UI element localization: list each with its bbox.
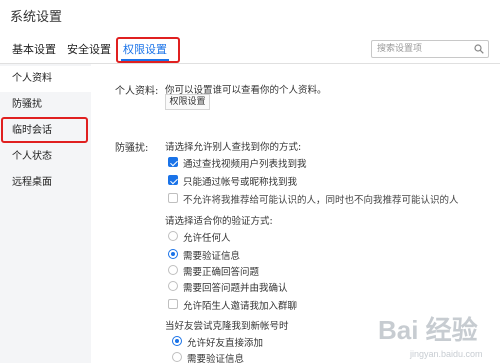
verify-correct-answer-label: 需要正确回答问题: [183, 267, 260, 278]
new-account-allow-direct-label: 允许好友直接添加: [187, 338, 264, 349]
find-method-title: 请选择允许别人查找到你的方式:: [165, 142, 302, 153]
new-account-need-info-label: 需要验证信息: [187, 354, 245, 363]
search-input[interactable]: [371, 40, 489, 58]
find-by-video-list-checkbox[interactable]: [168, 157, 178, 167]
permission-settings-button[interactable]: 权限设置: [165, 94, 210, 110]
find-by-account-label: 只能通过帐号或昵称找到我: [183, 177, 298, 188]
find-by-account-checkbox[interactable]: [168, 175, 178, 185]
watermark-subtext: jingyan.baidu.com: [409, 349, 483, 359]
search-icon[interactable]: [474, 44, 484, 54]
verify-method-title: 请选择适合你的验证方式:: [165, 216, 273, 227]
stranger-group-invite-checkbox[interactable]: [168, 299, 178, 309]
sidebar-item-status[interactable]: 个人状态: [0, 144, 91, 170]
highlight-box-tab: [116, 37, 180, 63]
tab-security[interactable]: 安全设置: [67, 41, 111, 57]
verify-correct-answer-radio[interactable]: [168, 265, 178, 275]
verify-allow-anyone-label: 允许任何人: [183, 233, 231, 244]
verify-need-info-label: 需要验证信息: [183, 251, 241, 262]
verify-answer-confirm-radio[interactable]: [168, 281, 178, 291]
tab-basic[interactable]: 基本设置: [12, 41, 56, 57]
verify-allow-anyone-radio[interactable]: [168, 231, 178, 241]
no-recommend-checkbox[interactable]: [168, 193, 178, 203]
window-title: 系统设置: [10, 10, 63, 25]
stranger-group-invite-label: 允许陌生人邀请我加入群聊: [183, 301, 298, 312]
new-account-title: 当好友尝试克隆我到新帐号时: [165, 321, 289, 332]
baidu-jingyan-watermark: Bai 经验 jingyan.baidu.com: [378, 315, 483, 359]
sidebar-item-profile[interactable]: 个人资料: [0, 66, 91, 92]
new-account-need-info-radio[interactable]: [172, 352, 182, 362]
sidebar-item-anti-harass[interactable]: 防骚扰: [0, 92, 91, 118]
settings-window: 系统设置 基本设置 安全设置 权限设置 个人资料 防骚扰 临时会话 个人状态 远…: [0, 0, 500, 363]
sidebar: 个人资料 防骚扰 临时会话 个人状态 远程桌面: [0, 64, 91, 363]
watermark-text: Bai 经验: [378, 315, 478, 345]
verify-answer-confirm-label: 需要回答问题并由我确认: [183, 283, 288, 294]
highlight-box-temp-chat: [1, 117, 88, 143]
verify-need-info-radio[interactable]: [168, 249, 178, 259]
sidebar-item-remote-desktop[interactable]: 远程桌面: [0, 170, 91, 196]
profile-section-label: 个人资料:: [115, 86, 159, 97]
no-recommend-label: 不允许将我推荐给可能认识的人，同时也不向我推荐可能认识的人: [183, 195, 459, 206]
new-account-allow-direct-radio[interactable]: [172, 336, 182, 346]
anti-harass-section-label: 防骚扰:: [115, 143, 149, 154]
find-by-video-list-label: 通过查找视频用户列表找到我: [183, 159, 307, 170]
